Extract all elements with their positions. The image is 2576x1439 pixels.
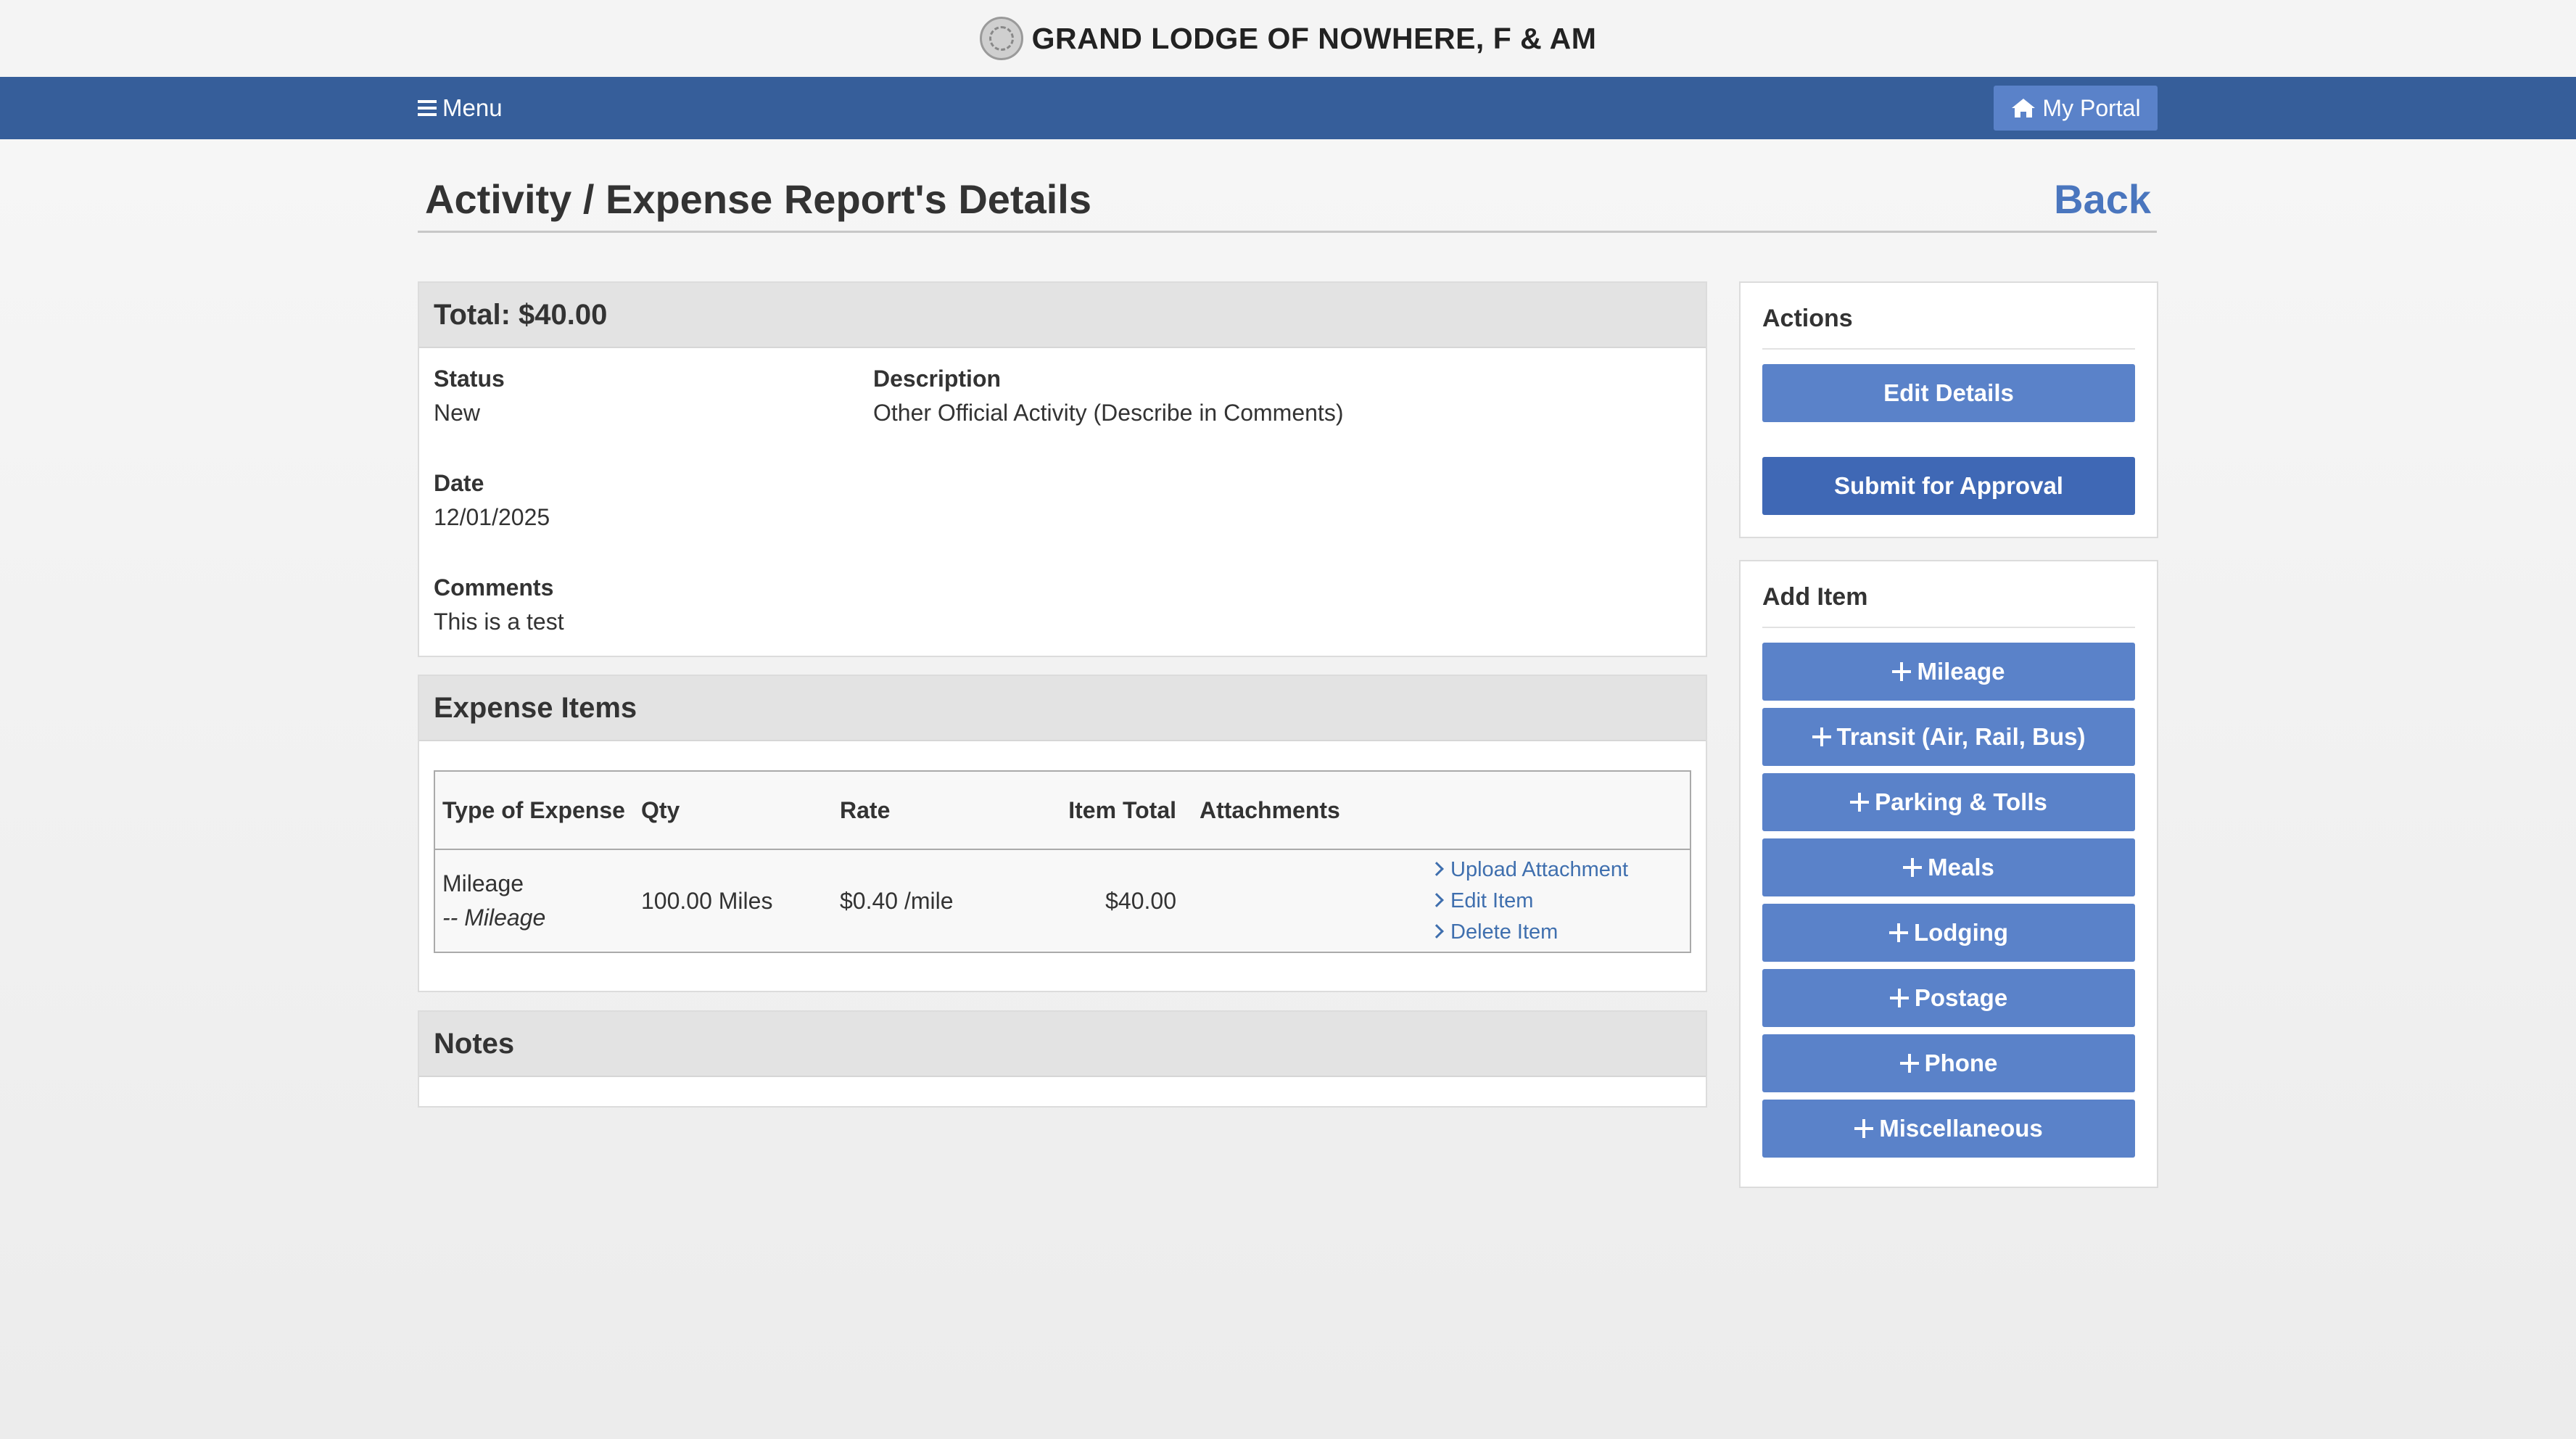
add-item-panel: Add Item Mileage Transit (Air, Rail, Bus…: [1739, 560, 2158, 1188]
plus-icon: [1903, 858, 1923, 877]
actions-panel: Actions Edit Details Submit for Approval: [1739, 281, 2158, 538]
add-miscellaneous-label: Miscellaneous: [1879, 1115, 2043, 1142]
plus-icon: [1899, 1054, 1919, 1073]
my-portal-button[interactable]: My Portal: [1994, 86, 2158, 131]
plus-icon: [1850, 793, 1870, 812]
notes-heading: Notes: [419, 1012, 1706, 1077]
date-label: Date: [434, 470, 484, 496]
expense-items-panel: Expense Items Type of Expense Qty Rate I…: [418, 675, 1707, 992]
add-mileage-button[interactable]: Mileage: [1762, 643, 2135, 701]
plus-icon: [1812, 727, 1831, 746]
submit-for-approval-label: Submit for Approval: [1834, 472, 2063, 499]
add-phone-label: Phone: [1924, 1050, 1998, 1076]
upload-attachment-link[interactable]: Upload Attachment: [1429, 854, 1683, 886]
qty-cell: 100.00 Miles: [641, 887, 773, 914]
add-postage-label: Postage: [1914, 984, 2008, 1011]
actions-title: Actions: [1762, 305, 1853, 332]
submit-for-approval-button[interactable]: Submit for Approval: [1762, 457, 2135, 515]
column-header: Item Total: [1031, 771, 1192, 850]
upload-attachment-label: Upload Attachment: [1450, 857, 1629, 881]
item-total-cell: $40.00: [1105, 887, 1176, 914]
expense-subtype: -- Mileage: [442, 904, 546, 931]
add-lodging-button[interactable]: Lodging: [1762, 904, 2135, 962]
chevron-right-icon: [1429, 892, 1444, 907]
column-header: Attachments: [1192, 771, 1424, 850]
lodge-seal-icon: [979, 17, 1023, 60]
back-link[interactable]: Back: [2054, 176, 2151, 223]
type-cell: Mileage -- Mileage: [434, 849, 634, 952]
total-heading: Total: $40.00: [419, 283, 1706, 348]
add-lodging-label: Lodging: [1913, 919, 2009, 946]
menu-button[interactable]: Menu: [418, 77, 503, 139]
plus-icon: [1854, 1119, 1874, 1138]
add-meals-label: Meals: [1928, 854, 1994, 881]
column-header: Qty: [634, 771, 833, 850]
comments-value: This is a test: [434, 609, 564, 635]
menu-label: Menu: [442, 94, 503, 121]
total-label: Total: $40.00: [434, 298, 608, 331]
date-value: 12/01/2025: [434, 504, 550, 530]
status-label: Status: [434, 366, 505, 392]
plus-icon: [1892, 662, 1912, 681]
actions-divider: [1762, 348, 2135, 350]
add-phone-button[interactable]: Phone: [1762, 1034, 2135, 1092]
plus-icon: [1889, 989, 1909, 1007]
edit-item-link[interactable]: Edit Item: [1429, 886, 1683, 917]
column-header-actions: [1424, 771, 1690, 850]
edit-details-label: Edit Details: [1883, 379, 2014, 406]
status-value: New: [434, 400, 481, 426]
home-icon: [2012, 99, 2036, 117]
delete-item-link[interactable]: Delete Item: [1429, 917, 1683, 948]
attachments-cell: [1192, 849, 1424, 952]
chevron-right-icon: [1429, 861, 1444, 876]
add-parking-tolls-label: Parking & Tolls: [1875, 788, 2047, 815]
site-header: GRAND LODGE OF NOWHERE, F & AM: [0, 0, 2576, 77]
delete-item-label: Delete Item: [1450, 920, 1559, 944]
expense-items-table: Type of Expense Qty Rate Item Total Atta…: [434, 770, 1691, 953]
add-parking-tolls-button[interactable]: Parking & Tolls: [1762, 773, 2135, 831]
add-item-divider: [1762, 627, 2135, 628]
edit-details-button[interactable]: Edit Details: [1762, 364, 2135, 422]
notes-title: Notes: [434, 1027, 515, 1060]
row-actions-cell: Upload Attachment Edit Item Delete Item: [1424, 849, 1690, 952]
edit-item-label: Edit Item: [1450, 888, 1534, 912]
table-row: Mileage -- Mileage 100.00 Miles $0.40 /m…: [434, 849, 1690, 952]
add-transit-button[interactable]: Transit (Air, Rail, Bus): [1762, 708, 2135, 766]
site-title: GRAND LODGE OF NOWHERE, F & AM: [1031, 21, 1597, 55]
column-header: Rate: [833, 771, 1031, 850]
page-header: Activity / Expense Report's Details Back: [418, 164, 2157, 233]
description-value: Other Official Activity (Describe in Com…: [873, 400, 1344, 426]
my-portal-label: My Portal: [2042, 94, 2141, 121]
expense-items-title: Expense Items: [434, 691, 637, 724]
plus-icon: [1888, 923, 1908, 942]
page-title: Activity / Expense Report's Details: [425, 176, 1091, 222]
main-navbar: Menu My Portal: [0, 77, 2576, 139]
add-item-title: Add Item: [1762, 583, 1868, 611]
notes-panel: Notes: [418, 1010, 1707, 1108]
expense-items-heading: Expense Items: [419, 676, 1706, 741]
hamburger-icon: [418, 100, 437, 116]
table-header-row: Type of Expense Qty Rate Item Total Atta…: [434, 771, 1690, 850]
add-miscellaneous-button[interactable]: Miscellaneous: [1762, 1100, 2135, 1158]
expense-type: Mileage: [442, 870, 524, 896]
add-mileage-label: Mileage: [1917, 658, 2005, 685]
comments-label: Comments: [434, 574, 554, 601]
column-header: Type of Expense: [434, 771, 634, 850]
rate-cell: $0.40 /mile: [840, 887, 954, 914]
add-meals-button[interactable]: Meals: [1762, 838, 2135, 896]
add-transit-label: Transit (Air, Rail, Bus): [1836, 723, 2086, 750]
add-postage-button[interactable]: Postage: [1762, 969, 2135, 1027]
summary-panel: Total: $40.00 Status New Description Oth…: [418, 281, 1707, 657]
description-label: Description: [873, 366, 1002, 392]
chevron-right-icon: [1429, 923, 1444, 939]
